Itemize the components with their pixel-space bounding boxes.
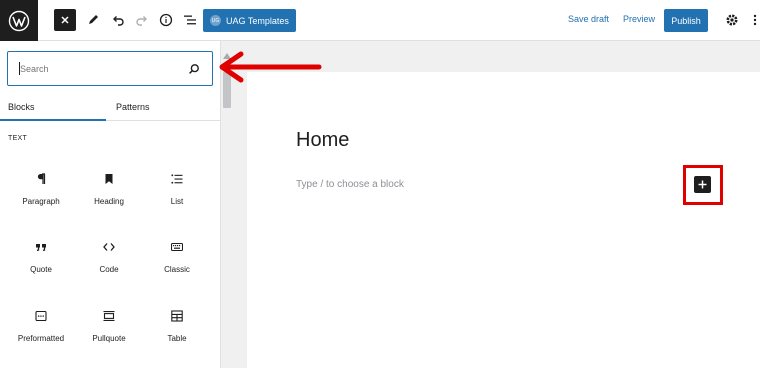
block-label: List [170, 197, 184, 206]
block-heading[interactable]: Heading [74, 173, 144, 223]
post-title[interactable]: Home [296, 129, 349, 152]
save-draft-button[interactable]: Save draft [568, 14, 609, 24]
preview-button[interactable]: Preview [623, 14, 655, 24]
inserter-tabs: Blocks Patterns [0, 95, 221, 121]
block-label: Preformatted [17, 334, 65, 343]
block-label: Heading [94, 197, 124, 206]
details-button[interactable] [155, 9, 177, 31]
uag-templates-label: UAG Templates [226, 15, 289, 26]
block-label: Quote [30, 265, 52, 274]
block-quote[interactable]: Quote [6, 241, 76, 291]
tab-patterns[interactable]: Patterns [116, 102, 150, 112]
code-icon [103, 243, 115, 251]
search-input[interactable] [8, 52, 212, 85]
block-table[interactable]: Table [142, 310, 212, 360]
editor-header: UG UAG Templates Save draft Preview Publ… [0, 0, 760, 41]
pullquote-icon [103, 311, 115, 321]
undo-icon [113, 16, 124, 26]
redo-button[interactable] [131, 9, 153, 31]
list-view-icon [184, 15, 196, 25]
publish-button[interactable]: Publish [664, 9, 708, 32]
block-classic[interactable]: Classic [142, 241, 212, 291]
settings-button[interactable] [721, 9, 743, 31]
block-preformatted[interactable]: Preformatted [6, 310, 76, 360]
undo-button[interactable] [107, 9, 129, 31]
block-label: Table [167, 334, 187, 343]
options-button[interactable] [744, 9, 760, 31]
annotation-arrow-icon [219, 51, 322, 83]
inserter-search[interactable] [7, 51, 213, 86]
list-icon [171, 174, 183, 184]
text-caret [19, 62, 20, 75]
list-view-button[interactable] [179, 9, 201, 31]
block-pullquote[interactable]: Pullquote [74, 310, 144, 360]
highlight-box [683, 165, 723, 205]
tools-button[interactable] [82, 9, 104, 31]
block-inserter-panel: Blocks Patterns TEXT Paragraph Heading L… [0, 41, 221, 368]
bookmark-icon [105, 174, 113, 184]
active-tab-indicator [0, 119, 106, 121]
preformatted-icon [35, 310, 47, 322]
redo-icon [136, 16, 147, 26]
wordpress-logo-icon[interactable] [0, 0, 38, 41]
editor-canvas [247, 72, 760, 368]
table-icon [171, 310, 183, 322]
search-icon [189, 64, 199, 74]
close-icon [61, 16, 69, 24]
uag-logo-icon: UG [210, 15, 221, 26]
block-code[interactable]: Code [74, 241, 144, 291]
block-list[interactable]: List [142, 173, 212, 223]
pilcrow-icon [37, 173, 46, 184]
block-paragraph[interactable]: Paragraph [6, 173, 76, 223]
block-label: Classic [164, 265, 190, 274]
info-icon [159, 13, 173, 27]
kebab-menu-icon [753, 14, 757, 26]
section-label-text: TEXT [8, 135, 28, 142]
block-label: Paragraph [22, 197, 60, 206]
block-label: Code [99, 265, 119, 274]
tab-blocks[interactable]: Blocks [8, 102, 35, 112]
block-label: Pullquote [92, 334, 126, 343]
uag-templates-button[interactable]: UG UAG Templates [203, 9, 296, 32]
close-inserter-button[interactable] [54, 9, 76, 31]
keyboard-icon [171, 242, 183, 252]
quote-icon [36, 244, 46, 252]
pencil-icon [89, 15, 98, 24]
gear-icon [726, 14, 738, 26]
block-placeholder[interactable]: Type / to choose a block [296, 179, 404, 190]
